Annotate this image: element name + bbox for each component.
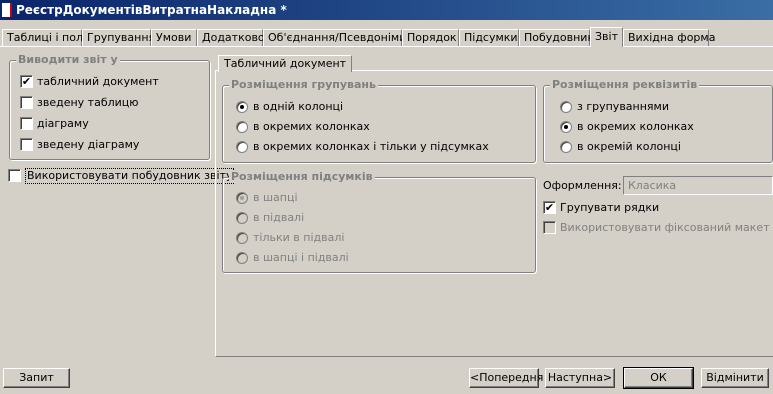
radio-button[interactable] [560, 121, 572, 133]
radio-label: в шапці [253, 191, 298, 204]
tab-output-form[interactable]: Вихідна форма [623, 29, 715, 46]
radio-button[interactable] [236, 212, 248, 224]
tab-grouping[interactable]: Групування [82, 29, 155, 46]
radio-button[interactable] [560, 101, 572, 113]
tab-conditions[interactable]: Умови [151, 29, 197, 46]
checkbox-label: Використовувати побудовник звіту [25, 168, 235, 184]
grouping-placement-legend: Розміщення групувань [229, 78, 378, 91]
checkbox-box[interactable] [20, 117, 33, 130]
checkbox-label: табличний документ [37, 75, 159, 88]
previous-button[interactable]: <Попередня [469, 368, 543, 388]
checkbox-box[interactable] [543, 221, 556, 234]
radio-button[interactable] [236, 141, 248, 153]
radio-label: в окремих колонках [253, 120, 370, 133]
radio-label: тільки в підвалі [253, 231, 345, 244]
checkbox-box[interactable]: ✔ [20, 75, 33, 88]
tab-unions-aliases[interactable]: Об'єднання/Псевдоніми [263, 29, 406, 46]
ok-button[interactable]: ОК [623, 367, 694, 389]
radio-label: в окремих колонках [577, 120, 694, 133]
totals-placement-legend: Розміщення підсумків [229, 170, 375, 183]
radio-label: в окремій колонці [577, 140, 681, 153]
next-button[interactable]: Наступна> [545, 368, 615, 388]
totals-placement-group: Розміщення підсумків в шапці в підвалі т… [222, 170, 536, 273]
design-field[interactable]: Класика [623, 176, 773, 195]
tab-strip: Таблиці і поля Групування Умови Додатков… [0, 27, 773, 47]
radio-button[interactable] [236, 232, 248, 244]
details-placement-legend: Розміщення реквізитів [550, 78, 700, 91]
output-group: Виводити звіт у ✔ табличний документ зве… [9, 53, 210, 160]
checkbox-box[interactable] [8, 169, 21, 182]
radio-label: в окремих колонках і тільки у підсумках [253, 140, 489, 153]
tab-totals[interactable]: Підсумки [459, 29, 519, 46]
tab-table-document[interactable]: Табличний документ [218, 55, 353, 72]
grouping-placement-group: Розміщення групувань в одній колонці в о… [222, 78, 536, 163]
radio-label: з групуваннями [577, 100, 669, 113]
tab-additional[interactable]: Додатково [197, 29, 265, 46]
radio-label: в підвалі [253, 211, 305, 224]
tab-builder[interactable]: Побудовник [519, 29, 594, 46]
checkbox-label: зведену таблицю [37, 96, 139, 109]
checkbox-box[interactable] [20, 138, 33, 151]
radio-button[interactable] [560, 141, 572, 153]
document-icon [2, 3, 12, 17]
checkbox-label: Використовувати фіксований макет [560, 221, 770, 234]
radio-label: в одній колонці [253, 100, 344, 113]
checkbox-label: Групувати рядки [560, 201, 660, 214]
query-button[interactable]: Запит [3, 368, 70, 388]
output-legend: Виводити звіт у [16, 53, 120, 66]
design-label: Оформлення: [543, 179, 622, 192]
checkbox-label: зведену діаграму [37, 138, 140, 151]
tab-order[interactable]: Порядок [402, 29, 459, 46]
radio-button[interactable] [236, 192, 248, 204]
window-title: РеєстрДокументівВитратнаНакладна * [16, 3, 287, 17]
tab-report[interactable]: Звіт [590, 27, 623, 47]
radio-label: в шапці і підвалі [253, 251, 349, 264]
checkbox-label: діаграму [37, 117, 89, 130]
radio-button[interactable] [236, 121, 248, 133]
checkbox-box[interactable]: ✔ [543, 201, 556, 214]
title-bar: РеєстрДокументівВитратнаНакладна * [0, 0, 773, 20]
radio-button[interactable] [236, 252, 248, 264]
tab-tables[interactable]: Таблиці і поля [2, 29, 90, 46]
checkbox-box[interactable] [20, 96, 33, 109]
details-placement-group: Розміщення реквізитів з групуваннями в о… [543, 78, 773, 163]
cancel-button[interactable]: Відмінити [701, 368, 769, 388]
radio-button[interactable] [236, 101, 248, 113]
